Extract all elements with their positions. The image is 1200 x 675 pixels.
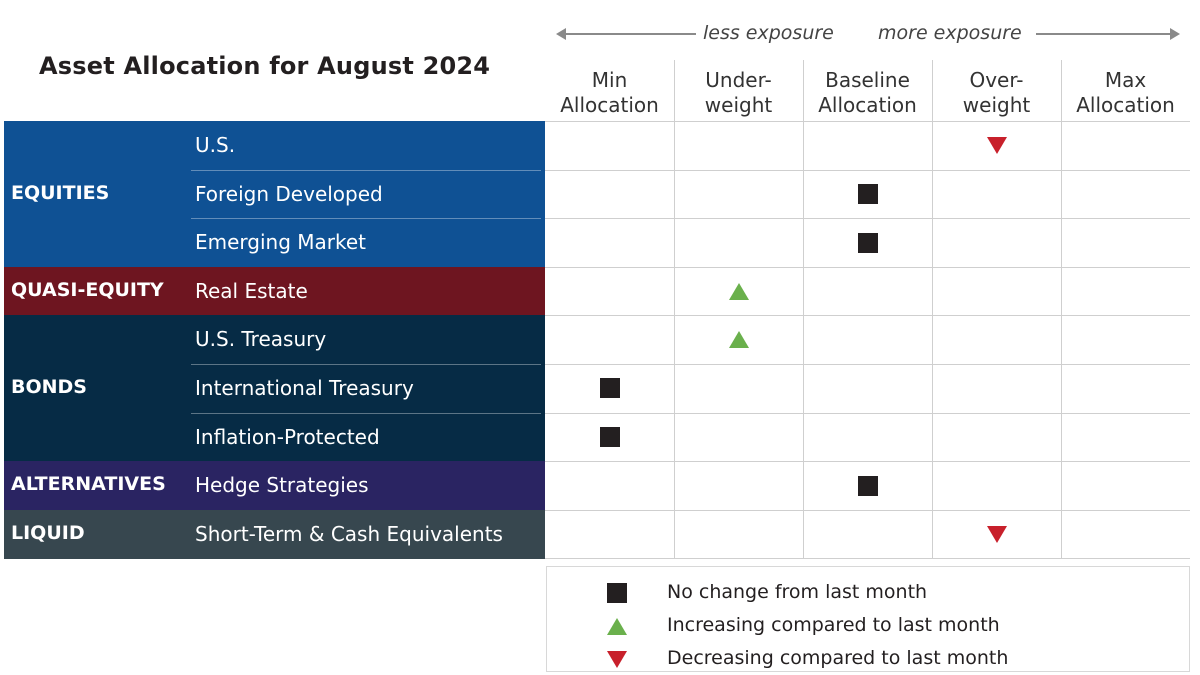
column-separator [803, 60, 804, 559]
column-header-line: Min [591, 68, 628, 92]
legend-item: Decreasing compared to last month [547, 643, 1189, 675]
column-header-line: weight [962, 93, 1031, 117]
square-icon [858, 233, 878, 253]
triangle-up-icon [729, 283, 749, 300]
triangle-up-icon [729, 331, 749, 348]
column-header-line: Over- [969, 68, 1024, 92]
triangle-down-icon [987, 137, 1007, 154]
arrow-right-icon [1170, 28, 1180, 40]
subclass-label: Hedge Strategies [195, 473, 369, 497]
more-exposure-label: more exposure [878, 22, 1022, 44]
legend-label: Decreasing compared to last month [667, 647, 1009, 669]
column-separator [932, 60, 933, 559]
triangle-down-icon [607, 651, 627, 668]
legend-label: No change from last month [667, 581, 928, 603]
column-header-line: Allocation [818, 93, 917, 117]
column-header-line: Baseline [825, 68, 910, 92]
group-name: LIQUID [11, 522, 85, 544]
column-header: Baseline Allocation [803, 60, 932, 121]
group-name: EQUITIES [11, 182, 110, 204]
row-separator [545, 558, 1190, 559]
row-separator [545, 510, 1190, 511]
row-separator [545, 267, 1190, 268]
chart-title: Asset Allocation for August 2024 [39, 52, 491, 80]
subclass-label: Foreign Developed [195, 182, 383, 206]
exposure-line-right [1036, 33, 1172, 35]
row-separator [545, 413, 1190, 414]
square-icon [858, 184, 878, 204]
legend-label: Increasing compared to last month [667, 614, 1000, 636]
column-header: Min Allocation [545, 60, 674, 121]
column-separator [674, 60, 675, 559]
subclass-label: U.S. [195, 133, 236, 157]
legend: No change from last month Increasing comp… [546, 566, 1190, 672]
subclass-label: International Treasury [195, 376, 414, 400]
group-name: ALTERNATIVES [11, 473, 166, 495]
column-header: Under-weight [674, 60, 803, 121]
subclass-label: Inflation-Protected [195, 425, 380, 449]
column-header-line: Allocation [560, 93, 659, 117]
row-separator [545, 315, 1190, 316]
triangle-down-icon [987, 526, 1007, 543]
group-name: QUASI-EQUITY [11, 279, 164, 301]
column-header-line: Max [1104, 68, 1147, 92]
column-separator [1061, 60, 1062, 559]
exposure-axis: less exposure more exposure [556, 22, 1180, 46]
row-separator [545, 364, 1190, 365]
row-separator [545, 461, 1190, 462]
exposure-line-left [564, 33, 696, 35]
subclass-label: Emerging Market [195, 230, 367, 254]
square-icon [858, 476, 878, 496]
subclass-label: Real Estate [195, 279, 308, 303]
legend-item: No change from last month [547, 577, 1189, 609]
column-header-line: weight [704, 93, 773, 117]
legend-item: Increasing compared to last month [547, 610, 1189, 642]
square-icon [600, 427, 620, 447]
column-header: Over-weight [932, 60, 1061, 121]
less-exposure-label: less exposure [703, 22, 834, 44]
column-header: Max Allocation [1061, 60, 1190, 121]
triangle-up-icon [607, 618, 627, 635]
subclass-label: U.S. Treasury [195, 327, 327, 351]
square-icon [600, 378, 620, 398]
row-separator [545, 170, 1190, 171]
row-separator [545, 218, 1190, 219]
square-icon [607, 583, 627, 603]
group-name: BONDS [11, 376, 87, 398]
row-separator [545, 121, 1190, 122]
column-header-line: Under- [705, 68, 772, 92]
subclass-label: Short-Term & Cash Equivalents [195, 522, 503, 546]
column-header-line: Allocation [1076, 93, 1175, 117]
